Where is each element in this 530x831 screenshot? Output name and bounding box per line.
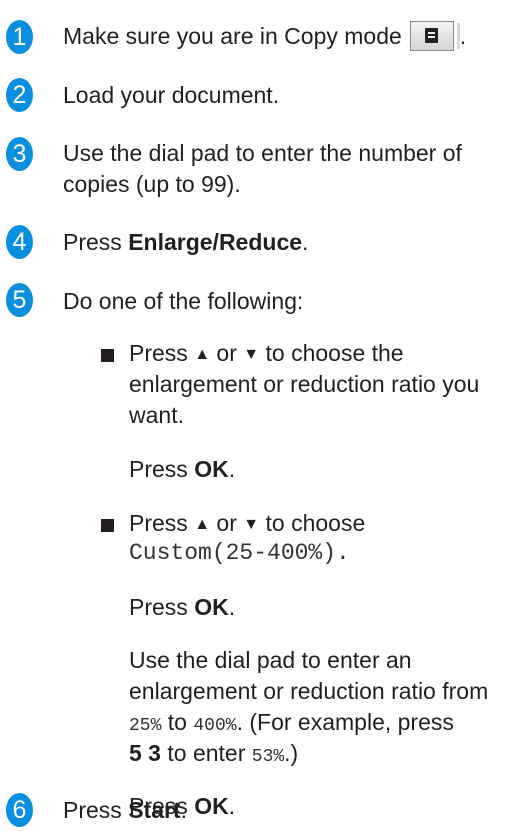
step-text: Make sure you are in Copy mode. xyxy=(63,20,466,53)
step-number-badge: 1 xyxy=(6,20,33,54)
ok-key-label: OK xyxy=(194,594,229,620)
copy-mode-key xyxy=(409,20,454,51)
down-arrow-icon: ▼ xyxy=(243,516,260,533)
copy-icon xyxy=(424,27,438,43)
bullet-square xyxy=(101,349,114,362)
option-b-dial-line: Use the dial pad to enter an xyxy=(129,647,412,673)
option-b-line: Press ▲ or ▼ to choose xyxy=(129,510,366,536)
option-a-press-ok: Press OK. xyxy=(129,456,236,482)
ok-key-label: OK xyxy=(194,456,229,482)
option-b-press-ok: Press OK. xyxy=(129,594,236,620)
up-arrow-icon: ▲ xyxy=(194,516,211,533)
dial-digits: 5 3 xyxy=(129,740,161,766)
step-text-line: copies (up to 99). xyxy=(63,171,241,197)
step-text-line: Use the dial pad to enter the number of xyxy=(63,140,462,166)
step-text: Press Start. xyxy=(63,797,187,823)
ok-key-label: OK xyxy=(194,793,229,819)
option-a-line: enlargement or reduction ratio you xyxy=(129,371,480,397)
option-a-line: Press ▲ or ▼ to choose the xyxy=(129,340,404,366)
step-number-badge: 3 xyxy=(6,137,33,171)
option-a-line: want. xyxy=(129,402,184,428)
option-b-dial-line: enlargement or reduction ratio from xyxy=(129,678,489,704)
step-number-badge: 6 xyxy=(6,793,33,827)
step-number-badge: 5 xyxy=(6,283,33,317)
bullet-square xyxy=(101,519,114,532)
start-key-label: Start xyxy=(128,797,181,823)
step-number-badge: 2 xyxy=(6,78,33,112)
down-arrow-icon: ▼ xyxy=(243,346,260,363)
step-text: Press Enlarge/Reduce. xyxy=(63,229,309,255)
step-text: Load your document. xyxy=(63,82,280,108)
up-arrow-icon: ▲ xyxy=(194,346,211,363)
option-b-dial-line: 25% to 400%. (For example, press xyxy=(129,709,454,736)
step-text: Do one of the following: xyxy=(63,288,304,314)
step-number-badge: 4 xyxy=(6,225,33,259)
enlarge-reduce-key-label: Enlarge/Reduce xyxy=(128,229,303,255)
option-b-dial-line: 5 3 to enter 53%.) xyxy=(129,740,299,767)
lcd-option-text: Custom(25-400%). xyxy=(129,540,350,566)
